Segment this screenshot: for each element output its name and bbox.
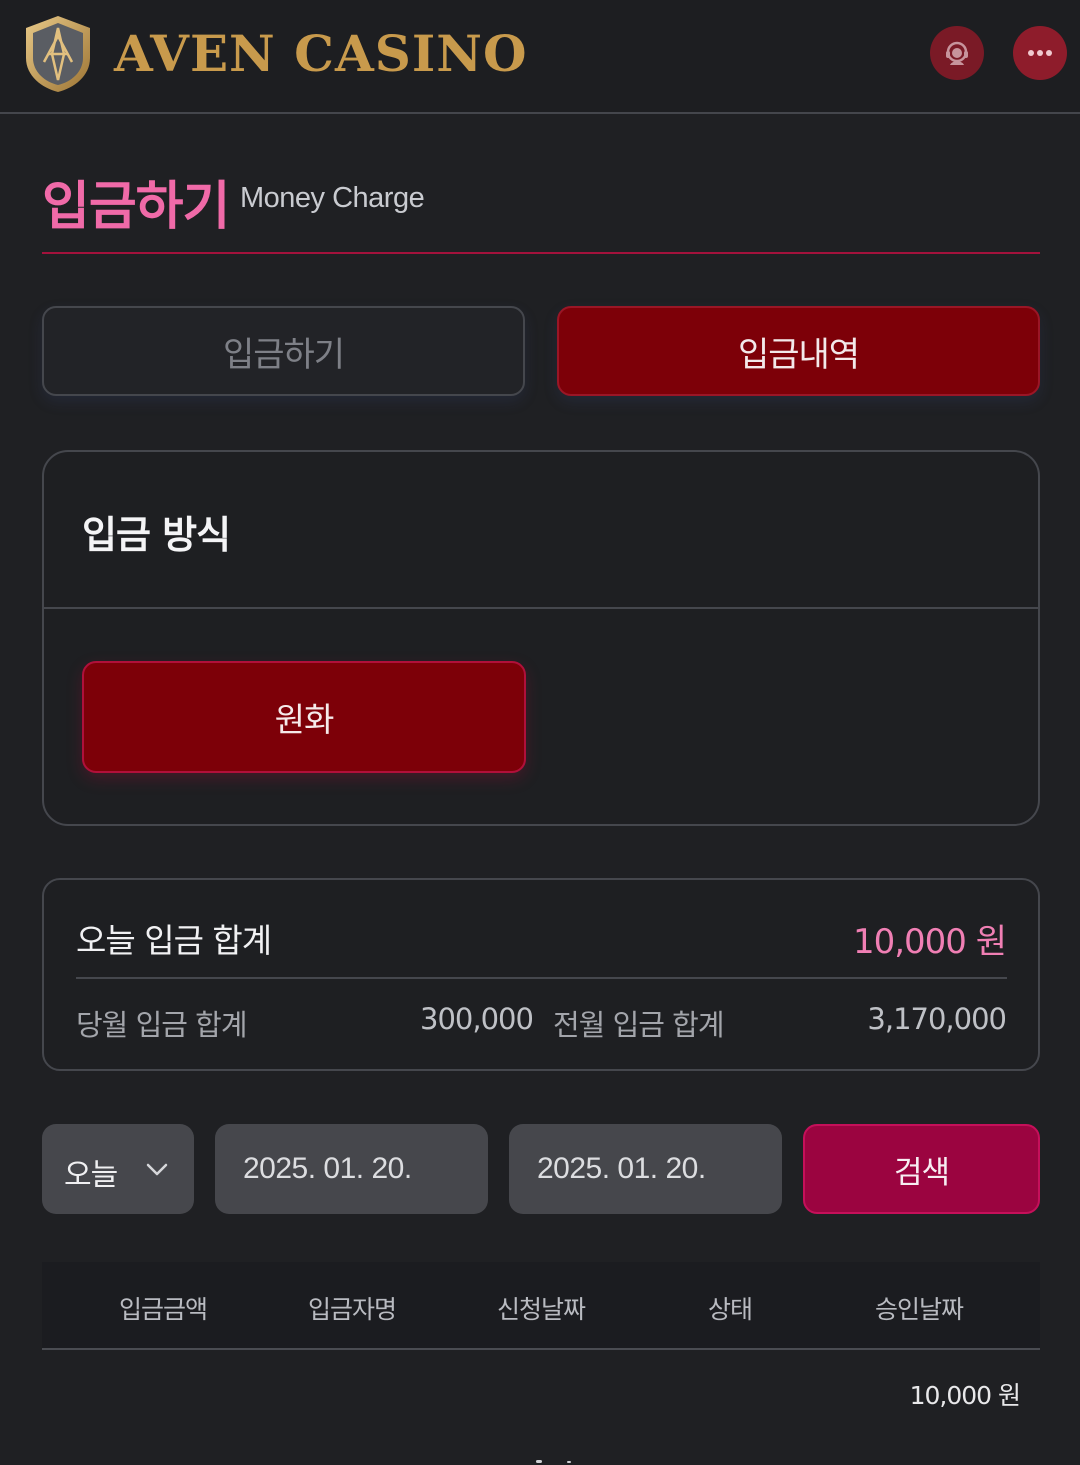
cut-off-text [567,1461,571,1463]
column-header-amount: 입금금액 [118,1295,208,1324]
deposit-method-title: 입금 방식 [82,513,231,557]
end-date-input[interactable] [509,1124,782,1214]
brand-name[interactable]: AVEN CASINO [114,22,528,86]
page-subtitle: Money Charge [240,182,425,214]
krw-method-button[interactable]: 원화 [82,661,526,773]
chat-bubble-icon [1028,50,1052,56]
history-table-header: 입금금액 입금자명 신청날짜 상태 승인날짜 [42,1262,1040,1350]
start-date-input[interactable] [215,1124,488,1214]
page-title: 입금하기 [42,177,230,237]
month-total-label: 당월 입금 합계 [76,1008,248,1042]
chat-button[interactable] [1013,26,1067,80]
column-header-status: 상태 [707,1295,753,1324]
deposit-totals-card: 오늘 입금 합계 10,000 원 당월 입금 합계 300,000 전월 입금… [42,878,1040,1071]
today-total-label: 오늘 입금 합계 [76,921,272,960]
customer-support-button[interactable] [930,26,984,80]
column-header-request-date: 신청날짜 [496,1295,586,1324]
prev-month-total-value: 3,170,000 [867,1002,1007,1036]
divider [76,977,1007,979]
table-row-amount: 10,000 원 [909,1381,1021,1410]
top-header: AVEN CASINO [0,0,1080,114]
column-header-approval-date: 승인날짜 [874,1295,964,1324]
deposit-method-card: 입금 방식 원화 [42,450,1040,826]
prev-month-total-label: 전월 입금 합계 [553,1008,725,1042]
tab-deposit-history[interactable]: 입금내역 [557,306,1040,396]
headset-agent-icon [946,41,968,65]
column-header-depositor: 입금자명 [307,1295,397,1324]
today-total-value: 10,000 원 [852,922,1007,962]
period-select-value: 오늘 [64,1158,118,1193]
month-total-value: 300,000 [420,1002,534,1036]
search-button[interactable]: 검색 [803,1124,1040,1214]
cut-off-text [536,1460,542,1463]
page-title-row: 입금하기 Money Charge [42,164,1040,254]
period-select[interactable]: 오늘 [42,1124,194,1214]
shield-logo-icon[interactable] [22,14,94,94]
divider [44,607,1038,609]
chevron-down-icon [144,1156,170,1186]
tab-deposit[interactable]: 입금하기 [42,306,525,396]
